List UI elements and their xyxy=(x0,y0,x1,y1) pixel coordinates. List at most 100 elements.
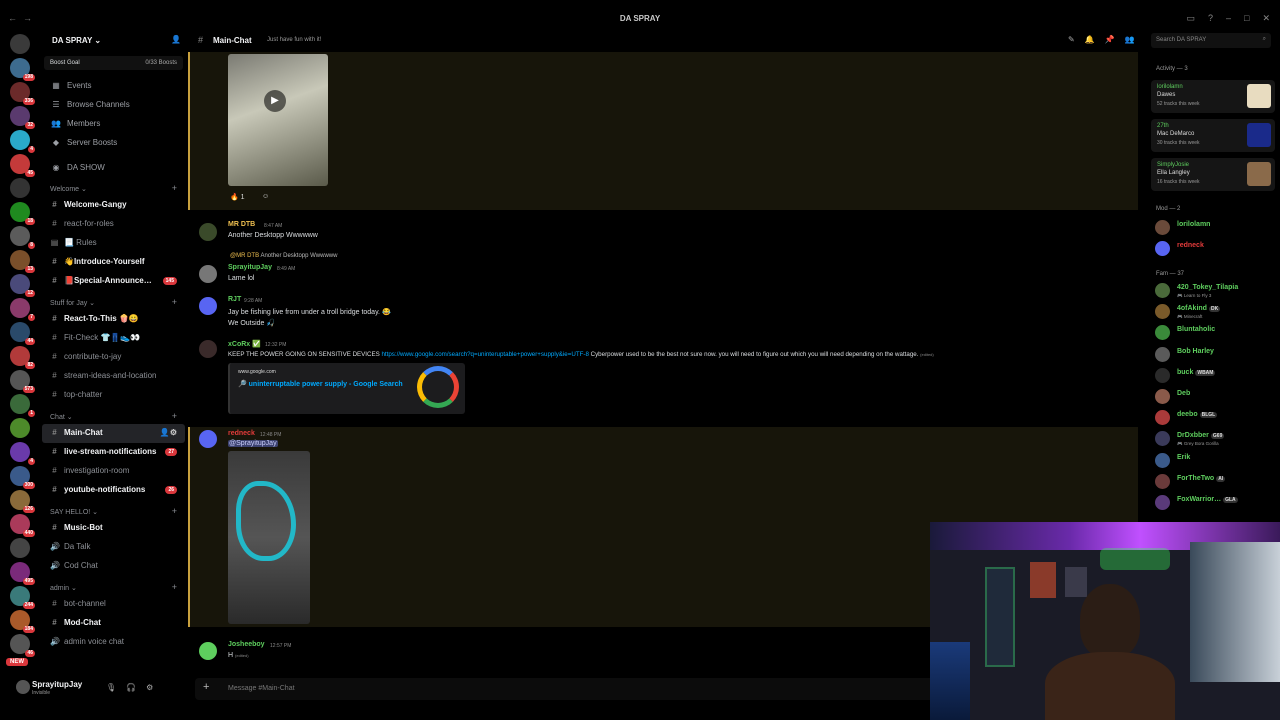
link-embed[interactable]: www.google.com 🔎 uninterruptable power s… xyxy=(228,363,465,414)
add-reaction-icon[interactable]: ☺ xyxy=(262,193,269,200)
member-list-icon[interactable]: 👥 xyxy=(1125,35,1135,44)
server-header[interactable]: DA SPRAY ⌄ 👤 xyxy=(42,30,185,52)
threads-icon[interactable]: ✎ xyxy=(1068,35,1075,44)
nav-members[interactable]: 👥 Members xyxy=(42,114,185,133)
pin-icon[interactable]: 📌 xyxy=(1105,35,1115,44)
message-author[interactable]: Josheeboy xyxy=(228,641,265,648)
channel-item[interactable]: # Fit-Check 👕👖👟👀 xyxy=(42,329,185,348)
server-icon[interactable] xyxy=(10,178,30,198)
server-icon[interactable]: 4 xyxy=(10,442,35,465)
bell-icon[interactable]: 🔔 xyxy=(1085,35,1095,44)
member-item[interactable]: FoxWarrior… GLA xyxy=(1154,493,1276,512)
avatar[interactable] xyxy=(199,265,217,283)
channel-settings-icon[interactable]: 👤⚙ xyxy=(160,428,177,437)
settings-gear-icon[interactable]: ⚙ xyxy=(146,683,153,692)
member-item[interactable]: 420_Tokey_Tilapia 🎮 Learn to Fly 3 xyxy=(1154,281,1276,300)
message-author[interactable]: SprayitupJay xyxy=(228,264,272,271)
add-user-icon[interactable]: 👤 xyxy=(171,35,181,44)
close-icon[interactable]: ✕ xyxy=(1262,13,1270,24)
avatar[interactable] xyxy=(199,642,217,660)
embed-site[interactable]: www.google.com xyxy=(238,369,276,375)
server-icon[interactable]: 18 xyxy=(10,202,35,225)
server-icon[interactable]: 7 xyxy=(10,298,35,321)
server-icon[interactable]: 12 xyxy=(10,274,35,297)
activity-card[interactable]: lorilolamn Dawes 52 tracks this week xyxy=(1151,80,1275,113)
server-icon[interactable]: 1 xyxy=(10,394,35,417)
channel-item[interactable]: 🔊 Da Talk xyxy=(42,538,185,557)
server-icon[interactable]: 336 xyxy=(10,82,35,105)
server-icon[interactable] xyxy=(10,418,30,438)
server-icon[interactable]: 300 xyxy=(10,466,35,489)
microphone-icon[interactable]: 🎙 xyxy=(106,683,116,692)
inbox-icon[interactable]: ▭ xyxy=(1186,13,1195,24)
channel-item[interactable]: # stream-ideas-and-location xyxy=(42,367,185,386)
reply-preview[interactable]: @MR DTB Another Desktopp Wwwwww xyxy=(230,253,337,259)
add-channel-icon[interactable]: + xyxy=(172,411,177,421)
channel-topic[interactable]: Just have fun with it! xyxy=(267,37,321,43)
member-item[interactable]: Bob Harley xyxy=(1154,345,1276,364)
video-attachment[interactable]: ▶ xyxy=(228,54,328,186)
channel-item[interactable]: # 📕Special-Announce… 145 xyxy=(42,272,185,291)
channel-item[interactable]: # Mod-Chat xyxy=(42,614,185,633)
channel-item[interactable]: # react-for-roles xyxy=(42,215,185,234)
maximize-icon[interactable]: □ xyxy=(1244,13,1249,24)
server-icon[interactable]: 198 xyxy=(10,58,35,81)
server-icon[interactable]: 82 xyxy=(10,346,35,369)
message-author[interactable]: RJT xyxy=(228,296,241,303)
member-item[interactable]: ForTheTwo Al xyxy=(1154,472,1276,491)
nav-browse-channels[interactable]: ☰ Browse Channels xyxy=(42,95,185,114)
avatar[interactable] xyxy=(199,223,217,241)
message-composer[interactable]: + Message #Main-Chat xyxy=(195,678,935,700)
play-icon[interactable]: ▶ xyxy=(264,90,286,112)
add-channel-icon[interactable]: + xyxy=(172,297,177,307)
channel-item[interactable]: ▤ 📃 Rules xyxy=(42,234,185,253)
channel-item[interactable]: # Welcome-Gangy xyxy=(42,196,185,215)
message-author[interactable]: redneck xyxy=(228,430,255,437)
nav-da-show[interactable]: ◉ DA SHOW xyxy=(42,158,185,177)
message-author[interactable]: xCoRx ✅ xyxy=(228,340,261,348)
channel-category[interactable]: admin ⌄ + xyxy=(42,576,185,595)
server-icon[interactable]: 495 xyxy=(10,562,35,585)
channel-item[interactable]: # live-stream-notifications 27 xyxy=(42,443,185,462)
server-icon[interactable]: 244 xyxy=(10,586,35,609)
activity-card[interactable]: SimplyJosie Ella Langley 16 tracks this we… xyxy=(1151,158,1275,191)
server-icon[interactable]: 46 xyxy=(10,634,35,657)
avatar[interactable] xyxy=(199,297,217,315)
avatar[interactable] xyxy=(199,340,217,358)
avatar[interactable] xyxy=(199,430,217,448)
add-channel-icon[interactable]: + xyxy=(172,506,177,516)
channel-item[interactable]: # Music-Bot xyxy=(42,519,185,538)
reaction-fire[interactable]: 🔥 1 xyxy=(230,193,245,201)
nav-server-boosts[interactable]: ◆ Server Boosts xyxy=(42,133,185,152)
nav-events[interactable]: ▦ Events xyxy=(42,76,185,95)
member-item[interactable]: 4ofAkind DK 🎮 Minecraft xyxy=(1154,302,1276,321)
channel-category[interactable]: Welcome ⌄ + xyxy=(42,177,185,196)
channel-item[interactable]: # investigation-room xyxy=(42,462,185,481)
channel-item[interactable]: 🔊 admin voice chat xyxy=(42,633,185,652)
server-icon[interactable]: 184 xyxy=(10,610,35,633)
server-icon[interactable]: 44 xyxy=(10,322,35,345)
channel-item[interactable]: # React-To-This 🍿😀 xyxy=(42,310,185,329)
server-icon[interactable]: 573 xyxy=(10,370,35,393)
search-input[interactable]: Search DA SPRAY ⌕ xyxy=(1151,33,1271,48)
help-icon[interactable]: ? xyxy=(1208,13,1213,24)
member-item[interactable]: buck WBAM xyxy=(1154,366,1276,385)
member-item[interactable]: Deb xyxy=(1154,387,1276,406)
channel-item[interactable]: # bot-channel xyxy=(42,595,185,614)
channel-item[interactable]: # 👋Introduce-Yourself xyxy=(42,253,185,272)
server-icon[interactable]: 440 xyxy=(10,514,35,537)
avatar[interactable] xyxy=(16,680,30,694)
channel-category[interactable]: Stuff for Jay ⌄ + xyxy=(42,291,185,310)
message-link[interactable]: https://www.google.com/search?q=uninteru… xyxy=(381,351,588,358)
channel-item[interactable]: # youtube-notifications 26 xyxy=(42,481,185,500)
headphones-icon[interactable]: 🎧 xyxy=(126,683,136,692)
channel-item[interactable]: 🔊 Cod Chat xyxy=(42,557,185,576)
boost-goal[interactable]: Boost Goal 0/33 Boosts xyxy=(44,56,183,70)
image-attachment[interactable] xyxy=(228,451,310,624)
embed-title[interactable]: 🔎 uninterruptable power supply - Google … xyxy=(238,380,403,388)
server-icon[interactable]: 32 xyxy=(10,106,35,129)
member-item[interactable]: lorilolamn xyxy=(1154,218,1276,237)
member-item[interactable]: Bluntaholic xyxy=(1154,323,1276,342)
user-mention[interactable]: @SprayitupJay xyxy=(228,440,278,447)
server-icon[interactable]: 8 xyxy=(10,226,35,249)
